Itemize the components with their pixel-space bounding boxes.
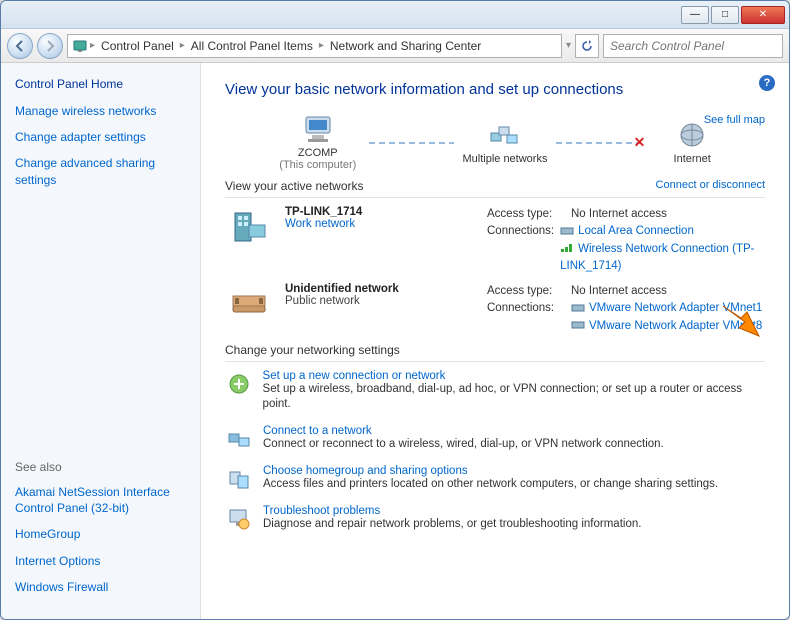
- settings-link[interactable]: Troubleshoot problems: [263, 505, 641, 517]
- window: — □ ✕ ▸ Control Panel ▸ All Control Pane…: [0, 0, 790, 620]
- section-label: View your active networks: [225, 179, 364, 193]
- settings-item-setup-connection: Set up a new connection or network Set u…: [225, 370, 765, 413]
- setup-connection-icon: [225, 370, 253, 398]
- map-connector: [369, 142, 455, 144]
- connection-link-wireless[interactable]: Wireless Network Connection (TP-LINK_171…: [560, 241, 765, 276]
- see-also-link-homegroup[interactable]: HomeGroup: [15, 526, 186, 542]
- see-also-link-firewall[interactable]: Windows Firewall: [15, 579, 186, 595]
- connection-link-vmnet1[interactable]: VMware Network Adapter VMnet1: [571, 300, 762, 317]
- wifi-icon: [560, 243, 574, 253]
- forward-button[interactable]: [37, 33, 63, 59]
- computer-icon: [298, 114, 338, 144]
- access-type-value: No Internet access: [571, 206, 667, 223]
- map-computer-sub: (This computer): [275, 159, 361, 171]
- map-this-computer: ZCOMP (This computer): [275, 114, 361, 171]
- chevron-down-icon[interactable]: ▾: [566, 40, 571, 51]
- settings-link[interactable]: Choose homegroup and sharing options: [263, 465, 718, 477]
- see-full-map-link[interactable]: See full map: [704, 114, 765, 126]
- map-multiple-networks: Multiple networks: [462, 120, 548, 165]
- settings-item-troubleshoot: Troubleshoot problems Diagnose and repai…: [225, 505, 765, 533]
- chevron-right-icon: ▸: [90, 40, 95, 51]
- minimize-button[interactable]: —: [681, 6, 709, 24]
- access-type-label: Access type:: [487, 283, 565, 300]
- settings-link[interactable]: Set up a new connection or network: [263, 370, 765, 382]
- network-type-link[interactable]: Work network: [285, 218, 475, 230]
- lan-icon: [571, 303, 585, 313]
- connection-link-vmnet8[interactable]: VMware Network Adapter VMnet8: [571, 318, 762, 335]
- breadcrumb[interactable]: ▸ Control Panel ▸ All Control Panel Item…: [67, 34, 562, 58]
- titlebar: — □ ✕: [1, 1, 789, 29]
- map-middle-label: Multiple networks: [462, 153, 548, 165]
- settings-desc: Access files and printers located on oth…: [263, 477, 718, 493]
- network-type: Public network: [285, 295, 475, 307]
- network-map: See full map ZCOMP (This computer) Multi…: [225, 114, 765, 171]
- close-button[interactable]: ✕: [741, 6, 785, 24]
- control-panel-home-link[interactable]: Control Panel Home: [15, 77, 186, 91]
- sidebar-link-change-adapter[interactable]: Change adapter settings: [15, 129, 186, 145]
- no-connection-icon: ✕: [634, 134, 646, 151]
- connect-network-icon: [225, 425, 253, 453]
- network-name: Unidentified network: [285, 283, 475, 295]
- public-network-icon: [225, 283, 273, 325]
- troubleshoot-icon: [225, 505, 253, 533]
- settings-link[interactable]: Connect to a network: [263, 425, 664, 437]
- see-also-link-akamai[interactable]: Akamai NetSession Interface Control Pane…: [15, 484, 186, 516]
- control-panel-icon: [72, 38, 88, 54]
- breadcrumb-item[interactable]: Network and Sharing Center: [326, 39, 485, 53]
- settings-item-connect-network: Connect to a network Connect or reconnec…: [225, 425, 765, 453]
- search-input[interactable]: [603, 34, 783, 58]
- sidebar: Control Panel Home Manage wireless netwo…: [1, 63, 201, 619]
- breadcrumb-item[interactable]: Control Panel: [97, 39, 178, 53]
- network-item: Unidentified network Public network Acce…: [225, 283, 765, 335]
- sidebar-link-manage-wireless[interactable]: Manage wireless networks: [15, 103, 186, 119]
- lan-icon: [571, 320, 585, 330]
- navbar: ▸ Control Panel ▸ All Control Panel Item…: [1, 29, 789, 63]
- refresh-button[interactable]: [575, 34, 599, 58]
- map-internet: Internet: [649, 120, 735, 165]
- connect-disconnect-link[interactable]: Connect or disconnect: [656, 179, 765, 193]
- breadcrumb-item[interactable]: All Control Panel Items: [187, 39, 317, 53]
- settings-desc: Diagnose and repair network problems, or…: [263, 517, 641, 533]
- see-also-link-internet-options[interactable]: Internet Options: [15, 553, 186, 569]
- maximize-button[interactable]: □: [711, 6, 739, 24]
- settings-item-homegroup: Choose homegroup and sharing options Acc…: [225, 465, 765, 493]
- connections-label: Connections:: [487, 223, 554, 275]
- chevron-right-icon: ▸: [319, 40, 324, 51]
- connections-label: Connections:: [487, 300, 565, 335]
- active-networks-heading: View your active networks Connect or dis…: [225, 179, 765, 198]
- chevron-right-icon: ▸: [180, 40, 185, 51]
- section-label: Change your networking settings: [225, 343, 400, 357]
- connection-link-lan[interactable]: Local Area Connection: [560, 223, 765, 240]
- networks-icon: [485, 120, 525, 150]
- body: Control Panel Home Manage wireless netwo…: [1, 63, 789, 619]
- sidebar-link-advanced-sharing[interactable]: Change advanced sharing settings: [15, 155, 186, 187]
- map-internet-label: Internet: [649, 153, 735, 165]
- settings-desc: Connect or reconnect to a wireless, wire…: [263, 437, 664, 453]
- access-type-label: Access type:: [487, 206, 565, 223]
- map-computer-name: ZCOMP: [275, 147, 361, 159]
- access-type-value: No Internet access: [571, 283, 667, 300]
- network-item: TP-LINK_1714 Work network Access type: N…: [225, 206, 765, 275]
- see-also-heading: See also: [15, 460, 186, 474]
- homegroup-icon: [225, 465, 253, 493]
- help-icon[interactable]: ?: [759, 75, 775, 91]
- back-button[interactable]: [7, 33, 33, 59]
- page-title: View your basic network information and …: [225, 81, 765, 98]
- map-connector: ✕: [556, 142, 642, 144]
- settings-desc: Set up a wireless, broadband, dial-up, a…: [263, 382, 765, 413]
- change-settings-heading: Change your networking settings: [225, 343, 765, 362]
- lan-icon: [560, 226, 574, 236]
- network-name: TP-LINK_1714: [285, 206, 475, 218]
- content: ? View your basic network information an…: [201, 63, 789, 619]
- work-network-icon: [225, 206, 273, 248]
